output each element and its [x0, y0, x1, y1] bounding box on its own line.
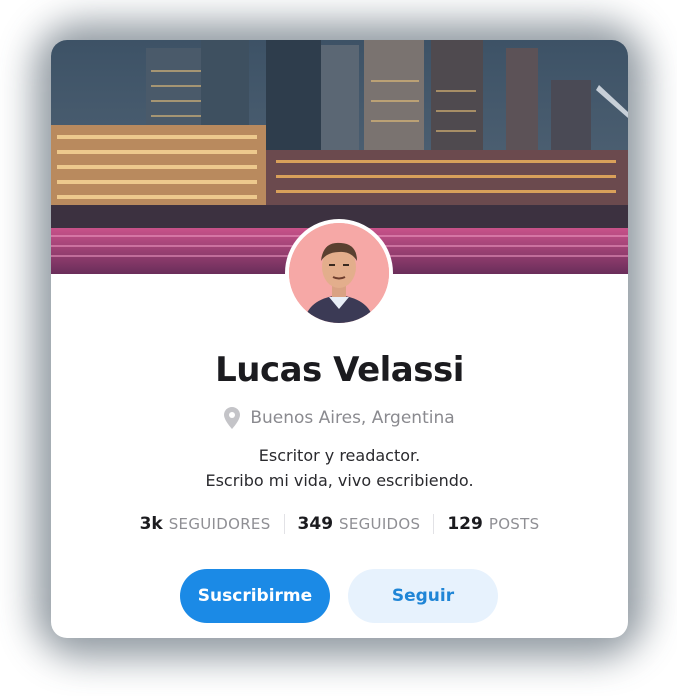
profile-bio: Escritor y readactor. Escribo mi vida, v…	[51, 443, 628, 493]
stat-label: POSTS	[488, 515, 540, 533]
avatar[interactable]	[285, 219, 393, 327]
profile-location: Buenos Aires, Argentina	[51, 407, 628, 429]
bio-line: Escribo mi vida, vivo escribiendo.	[205, 471, 474, 490]
stat-label: SEGUIDORES	[168, 515, 271, 533]
bio-line: Escritor y readactor.	[258, 446, 421, 465]
profile-name: Lucas Velassi	[215, 350, 464, 390]
stat-following[interactable]: 349 SEGUIDOS	[285, 514, 434, 534]
stat-posts[interactable]: 129 POSTS	[434, 514, 552, 534]
stat-value: 129	[447, 514, 483, 534]
profile-card: Lucas Velassi Buenos Aires, Argentina Es…	[51, 40, 628, 638]
stat-value: 349	[297, 514, 334, 534]
stat-followers[interactable]: 3k SEGUIDORES	[127, 514, 284, 534]
map-pin-icon	[224, 407, 241, 429]
stat-value: 3k	[139, 514, 163, 534]
location-text: Buenos Aires, Argentina	[250, 408, 455, 428]
subscribe-button[interactable]: Suscribirme	[180, 569, 330, 623]
follow-button[interactable]: Seguir	[348, 569, 498, 623]
avatar-portrait	[289, 223, 389, 323]
stat-label: SEGUIDOS	[339, 515, 421, 533]
profile-stats: 3k SEGUIDORES 349 SEGUIDOS 129 POSTS	[51, 514, 628, 534]
